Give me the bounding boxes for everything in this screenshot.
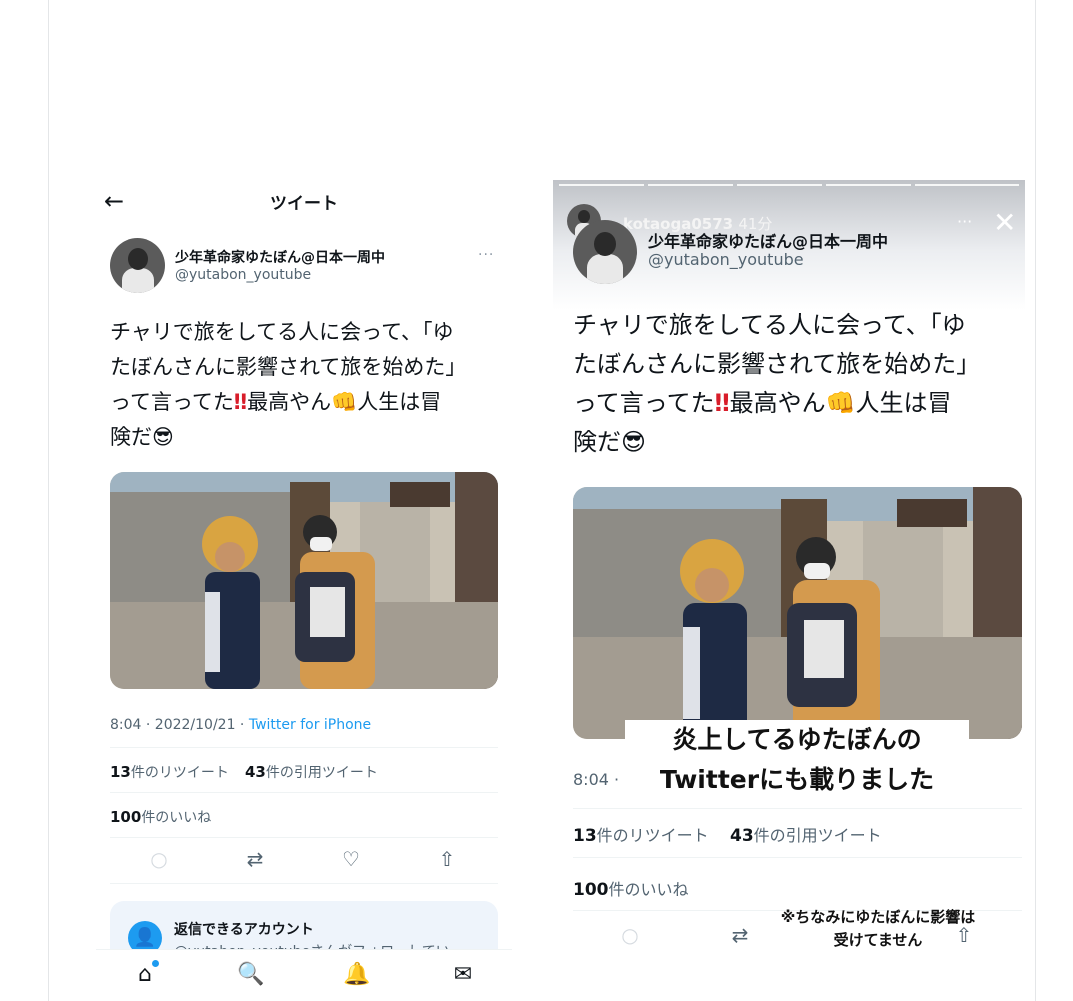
author-handle[interactable]: @yutabon_youtube xyxy=(175,267,311,283)
author-handle: @yutabon_youtube xyxy=(648,250,804,269)
frame-border-left xyxy=(48,0,49,1001)
avatar xyxy=(573,220,637,284)
retweet-icon[interactable]: ⇄ xyxy=(240,847,270,871)
tweet-text: チャリで旅をしてる人に会って、「ゆ たぼんさんに影響されて旅を始めた」 って言っ… xyxy=(573,311,981,456)
tweet-photo[interactable] xyxy=(110,472,498,689)
divider xyxy=(573,808,1022,809)
bell-icon[interactable]: 🔔 xyxy=(342,962,372,987)
tweet-screenshot-panel: ← ツイート 少年革命家ゆたぼん@日本一周中 @yutabon_youtube … xyxy=(96,175,512,1001)
tweet-header: ← ツイート xyxy=(96,187,512,215)
divider xyxy=(110,792,498,793)
divider xyxy=(110,837,498,838)
story-caption-line-2: Twitterにも載りました xyxy=(625,760,969,800)
tweet-photo xyxy=(573,487,1022,739)
reply-card-title: 返信できるアカウント xyxy=(174,922,314,938)
divider xyxy=(573,857,1022,858)
likes-stat[interactable]: 100件のいいね xyxy=(110,807,211,827)
story-screenshot-panel: kotaoga0573 41分 ··· ✕ 少年革命家ゆたぼん@日本一周中 @y… xyxy=(553,180,1025,1001)
header-title: ツイート xyxy=(270,194,338,214)
fist-emoji-icon: 👊 xyxy=(825,389,856,417)
share-icon[interactable]: ⇧ xyxy=(432,847,462,871)
double-exclamation-icon: ‼ xyxy=(714,389,730,417)
close-icon[interactable]: ✕ xyxy=(993,206,1016,239)
story-note-text: ※ちなみにゆたぼんに影響は 受けてません xyxy=(780,908,976,949)
avatar[interactable] xyxy=(110,238,165,293)
bottom-nav: ⌂ 🔍 🔔 ✉ xyxy=(96,949,512,1001)
story-progress xyxy=(559,184,644,186)
more-icon[interactable]: ··· xyxy=(478,247,494,263)
search-icon[interactable]: 🔍 xyxy=(236,962,266,987)
retweets-stat[interactable]: 13件のリツイート xyxy=(110,762,229,782)
author-name[interactable]: 少年革命家ゆたぼん@日本一周中 xyxy=(175,247,385,267)
story-progress xyxy=(648,184,733,186)
fist-emoji-icon: 👊 xyxy=(331,390,358,414)
tweet-timestamp: 8:04 · 2022/10/21 · Twitter for iPhone xyxy=(110,717,372,733)
sunglasses-emoji-icon: 😎 xyxy=(621,428,647,456)
divider xyxy=(110,883,498,884)
story-progress xyxy=(826,184,911,186)
tweet-text: チャリで旅をしてる人に会って、「ゆ たぼんさんに影響されて旅を始めた」 って言っ… xyxy=(110,320,467,449)
tweet-source-link[interactable]: Twitter for iPhone xyxy=(249,717,371,733)
mail-icon[interactable]: ✉ xyxy=(448,962,478,987)
sunglasses-emoji-icon: 😎 xyxy=(152,425,174,449)
divider xyxy=(110,747,498,748)
frame-border-right xyxy=(1035,0,1036,1001)
quotes-stat: 43件の引用ツイート xyxy=(730,826,882,846)
like-icon[interactable]: ♡ xyxy=(336,847,366,871)
story-more-icon[interactable]: ··· xyxy=(957,212,972,231)
tweet-timestamp: 8:04 · xyxy=(573,770,620,789)
reply-icon[interactable]: ○ xyxy=(144,847,174,871)
retweets-stat: 13件のリツイート xyxy=(573,826,709,846)
author-name: 少年革命家ゆたぼん@日本一周中 xyxy=(648,232,889,251)
quotes-stat[interactable]: 43件の引用ツイート xyxy=(245,762,378,782)
story-progress xyxy=(915,184,1019,186)
double-exclamation-icon: ‼ xyxy=(233,390,248,414)
likes-stat: 100件のいいね xyxy=(573,880,689,900)
story-caption-line-1: 炎上してるゆたぼんの xyxy=(625,720,969,760)
notification-dot xyxy=(152,960,159,967)
reply-icon: ○ xyxy=(621,923,639,947)
story-progress xyxy=(737,184,822,186)
